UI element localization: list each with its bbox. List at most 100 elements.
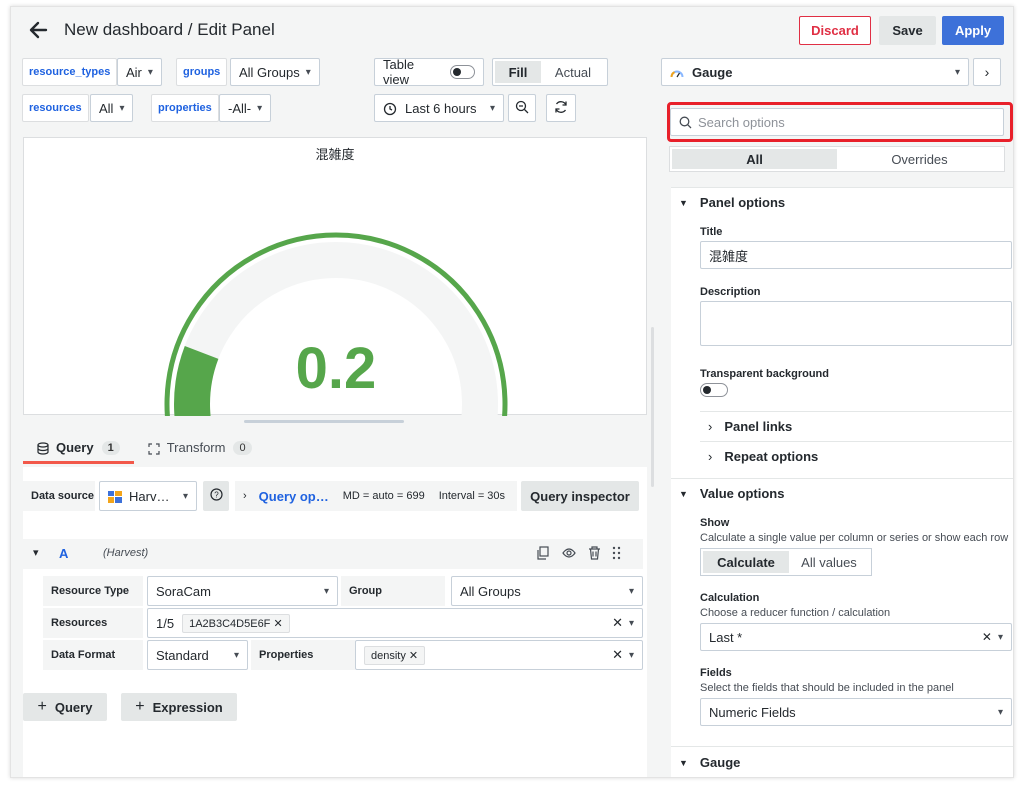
panel-links-label: Panel links	[724, 419, 793, 434]
chevron-down-icon: ▼	[679, 488, 688, 499]
toggle-switch[interactable]	[449, 65, 475, 79]
group-value: All Groups	[460, 583, 521, 599]
remove-chip-icon[interactable]: ✕	[273, 618, 282, 630]
description-textarea[interactable]	[700, 301, 1012, 346]
value-options-section[interactable]: ▼ Value options	[679, 486, 784, 501]
collapse-sidebar-button[interactable]: ›	[973, 58, 1001, 86]
property-chip[interactable]: density ✕	[364, 645, 426, 665]
transform-icon	[148, 440, 160, 455]
datasource-help-button[interactable]: ?	[203, 481, 229, 511]
tab-transform[interactable]: Transform 0	[134, 440, 266, 464]
panel-links-section[interactable]: › Panel links	[708, 419, 792, 434]
gauge-section-title: Gauge	[699, 755, 741, 770]
query-options-label: Query op…	[258, 488, 329, 504]
zoom-out-icon	[515, 100, 529, 117]
svg-text:?: ?	[214, 491, 219, 500]
query-inspector-button[interactable]: Query inspector	[521, 481, 639, 511]
repeat-options-label: Repeat options	[724, 449, 819, 464]
all-values-option[interactable]: All values	[789, 551, 869, 573]
title-label: Title	[700, 226, 723, 238]
value-options-title: Value options	[699, 486, 785, 501]
chevron-down-icon: ▾	[305, 66, 311, 78]
clear-icon[interactable]: ✕	[982, 630, 992, 644]
time-range-picker[interactable]: Last 6 hours ▾	[374, 94, 504, 122]
show-radio-group: Calculate All values	[700, 548, 872, 576]
apply-button[interactable]: Apply	[942, 16, 1004, 45]
fields-value: Numeric Fields	[709, 704, 796, 720]
show-label: Show	[700, 517, 730, 529]
add-expression-label: Expression	[152, 699, 223, 715]
table-view-toggle[interactable]: Table view	[374, 57, 484, 87]
add-expression-button[interactable]: + Expression	[121, 693, 237, 721]
data-format-value: Standard	[156, 647, 209, 663]
repeat-options-section[interactable]: › Repeat options	[708, 449, 818, 464]
variable-select-resources[interactable]: All ▾	[90, 94, 134, 122]
variable-select-properties[interactable]: -All- ▾	[219, 94, 272, 122]
resize-handle[interactable]	[244, 420, 404, 423]
interval-info: Interval = 30s	[438, 490, 506, 502]
plus-icon: +	[135, 698, 145, 715]
variable-value: All	[99, 100, 114, 116]
page-title: New dashboard / Edit Panel	[64, 20, 275, 39]
gauge-chart: 0.2	[164, 232, 508, 416]
add-query-button[interactable]: + Query	[23, 693, 107, 721]
back-arrow-icon[interactable]	[27, 19, 51, 43]
variable-label-properties: properties	[151, 94, 219, 122]
panel-options-section[interactable]: ▼ Panel options	[679, 195, 785, 210]
calculate-option[interactable]: Calculate	[703, 551, 789, 573]
properties-multiselect[interactable]: density ✕ ✕ ▾	[355, 640, 643, 670]
query-ref-id[interactable]: A	[59, 546, 68, 561]
fill-actual-radio: Fill Actual	[492, 58, 608, 86]
save-button[interactable]: Save	[879, 16, 936, 45]
tab-overrides[interactable]: Overrides	[837, 149, 1002, 169]
help-icon: ?	[209, 488, 223, 504]
duplicate-icon[interactable]	[537, 546, 550, 563]
resource-chip[interactable]: 1A2B3C4D5E6F ✕	[182, 613, 290, 633]
fill-option[interactable]: Fill	[495, 61, 541, 83]
tab-query[interactable]: Query 1	[23, 440, 134, 465]
chevron-down-icon: ▾	[323, 585, 329, 597]
pane-splitter[interactable]	[651, 327, 654, 487]
variable-select-groups[interactable]: All Groups ▾	[230, 58, 320, 86]
variable-select-resource-types[interactable]: Air ▾	[117, 58, 162, 86]
variable-label-resources: resources	[22, 94, 89, 122]
calculation-select[interactable]: Last * ✕ ▾	[700, 623, 1012, 651]
resources-multiselect[interactable]: 1/5 1A2B3C4D5E6F ✕ ✕ ▾	[147, 608, 643, 638]
data-format-select[interactable]: Standard ▾	[147, 640, 248, 670]
query-options-row[interactable]: › Query op… MD = auto = 699 Interval = 3…	[235, 481, 517, 511]
divider	[700, 441, 1012, 442]
resource-type-label: Resource Type	[43, 576, 143, 606]
discard-button[interactable]: Discard	[799, 16, 871, 45]
tab-all[interactable]: All	[672, 149, 837, 169]
resource-type-select[interactable]: SoraCam ▾	[147, 576, 338, 606]
clear-icon[interactable]: ✕	[612, 615, 623, 631]
gauge-value-arc	[174, 345, 219, 416]
visualization-picker[interactable]: Gauge ▾	[661, 58, 969, 86]
gauge-section[interactable]: ▼ Gauge	[679, 755, 740, 770]
drag-handle-icon[interactable]	[612, 546, 622, 563]
chevron-down-icon: ▾	[628, 649, 634, 661]
remove-chip-icon[interactable]: ✕	[409, 650, 418, 662]
title-input[interactable]: 混雑度	[700, 241, 1012, 269]
table-view-label: Table view	[383, 57, 415, 87]
zoom-out-button[interactable]	[508, 94, 536, 122]
actual-option[interactable]: Actual	[541, 61, 605, 83]
variable-value: -All-	[228, 100, 252, 116]
collapse-chevron-icon[interactable]: ▾	[33, 546, 39, 559]
editor-tabs: Query 1 Transform 0	[23, 437, 266, 467]
group-label: Group	[341, 576, 445, 606]
fields-description: Select the fields that should be include…	[700, 682, 954, 694]
group-select[interactable]: All Groups ▾	[451, 576, 643, 606]
refresh-button[interactable]	[546, 94, 576, 122]
clear-icon[interactable]: ✕	[612, 647, 623, 663]
variable-value: All Groups	[239, 64, 300, 80]
datasource-picker[interactable]: Harv… ▾	[99, 481, 197, 511]
transparent-background-toggle[interactable]	[700, 383, 728, 397]
trash-icon[interactable]	[588, 546, 601, 563]
transform-count-badge: 0	[233, 440, 252, 455]
variable-value: Air	[126, 64, 142, 80]
search-options-input[interactable]: Search options	[670, 108, 1004, 136]
fields-select[interactable]: Numeric Fields ▾	[700, 698, 1012, 726]
chevron-down-icon: ▾	[997, 631, 1003, 643]
eye-icon[interactable]	[562, 546, 576, 563]
